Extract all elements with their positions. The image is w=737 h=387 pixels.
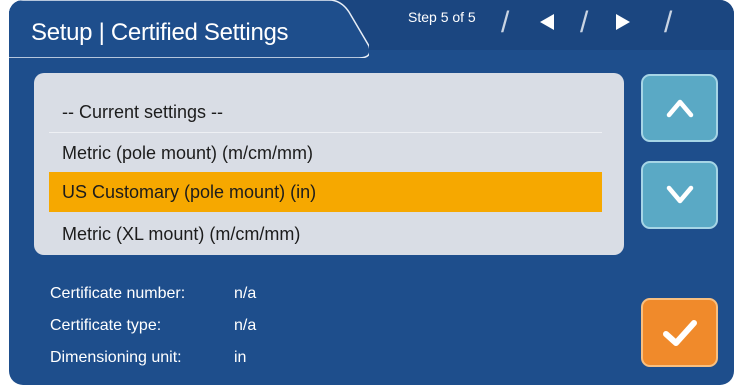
chevron-up-icon [666,99,693,118]
page-title: Setup | Certified Settings [31,19,289,46]
list-item-label: US Customary (pole mount) (in) [62,182,317,202]
list-item-label: Metric (pole mount) (m/cm/mm) [62,143,314,163]
list-item-selected[interactable]: US Customary (pole mount) (in) [49,172,602,212]
certificate-type-label: Certificate type: [50,317,162,334]
dimensioning-unit-label: Dimensioning unit: [50,349,182,366]
list-item[interactable]: Metric (XL mount) (m/cm/mm) [49,214,602,254]
certificate-number-label: Certificate number: [50,285,186,302]
list-item[interactable]: -- Current settings -- [49,92,602,132]
divider-slash: / [501,6,510,39]
left-triangle-icon [540,14,554,30]
certificate-number-value: n/a [234,285,257,302]
right-triangle-icon [616,14,630,30]
scroll-down-button[interactable] [641,161,718,229]
previous-step-button[interactable] [535,12,559,32]
confirm-button[interactable] [641,298,718,367]
divider-slash: / [664,6,673,39]
list-item-label: -- Current settings -- [62,102,224,122]
certificate-type-value: n/a [234,317,257,334]
divider-slash: / [580,6,589,39]
checkmark-icon [662,319,697,346]
list-item-label: Metric (XL mount) (m/cm/mm) [62,224,301,244]
main-panel: Setup | Certified Settings Step 5 of 5 /… [9,0,734,385]
dimensioning-unit-value: in [234,349,247,366]
list-item[interactable]: Metric (pole mount) (m/cm/mm) [49,132,602,172]
step-indicator: Step 5 of 5 [408,9,476,25]
scroll-up-button[interactable] [641,74,718,142]
screen: Setup | Certified Settings Step 5 of 5 /… [0,0,737,387]
settings-list: -- Current settings -- Metric (pole moun… [34,73,624,255]
next-step-button[interactable] [611,12,635,32]
chevron-down-icon [666,185,693,204]
